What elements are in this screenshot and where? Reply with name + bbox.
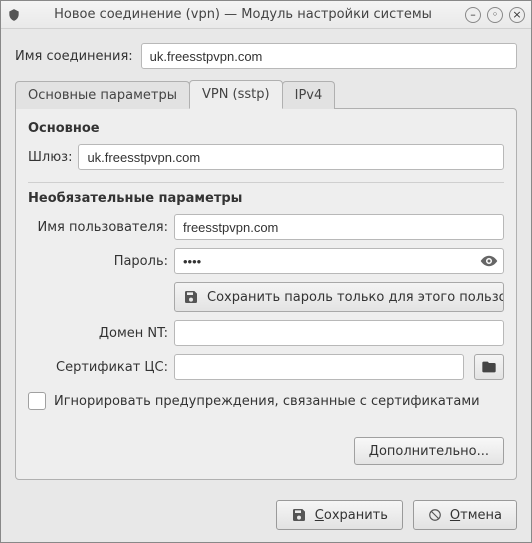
tabs: Основные параметры VPN (sstp) IPv4 (15, 79, 517, 108)
tab-panel-vpn: Основное Шлюз: Необязательные параметры … (15, 108, 517, 480)
password-scope-label: Сохранить пароль только для этого пользо… (207, 290, 504, 305)
cacert-browse-button[interactable] (474, 354, 504, 380)
eye-icon[interactable] (480, 252, 498, 270)
ignore-cert-row: Игнорировать предупреждения, связанные с… (28, 392, 504, 410)
ntdomain-input[interactable] (174, 320, 504, 346)
password-wrap (174, 248, 504, 274)
save-button[interactable]: Сохранить (276, 500, 403, 530)
cancel-button[interactable]: Отмена (413, 500, 517, 530)
cacert-row: Сертификат ЦС: (28, 354, 504, 380)
password-input[interactable] (174, 248, 504, 274)
username-row: Имя пользователя: (28, 214, 504, 240)
tab-basic[interactable]: Основные параметры (15, 81, 190, 109)
content: Имя соединения: Основные параметры VPN (… (1, 29, 531, 490)
password-label: Пароль: (28, 254, 168, 269)
close-button[interactable]: × (509, 7, 525, 23)
maximize-button[interactable]: ◦ (487, 7, 503, 23)
save-label: Сохранить (315, 508, 388, 523)
password-row: Пароль: (28, 248, 504, 274)
save-icon (291, 507, 307, 523)
connection-name-label: Имя соединения: (15, 49, 133, 64)
app-icon (7, 8, 21, 22)
ntdomain-row: Домен NT: (28, 320, 504, 346)
section-optional-title: Необязательные параметры (28, 191, 504, 206)
cancel-label: Отмена (450, 508, 502, 523)
save-disk-icon (183, 289, 199, 305)
tab-vpn[interactable]: VPN (sstp) (189, 80, 283, 109)
username-label: Имя пользователя: (28, 220, 168, 235)
advanced-button[interactable]: Дополнительно... (354, 437, 504, 465)
titlebar: Новое соединение (vpn) — Модуль настройк… (1, 1, 531, 29)
window-title: Новое соединение (vpn) — Модуль настройк… (21, 7, 465, 22)
password-scope-button[interactable]: Сохранить пароль только для этого пользо… (174, 282, 504, 312)
cacert-input[interactable] (174, 354, 464, 380)
gateway-input[interactable] (78, 144, 504, 170)
tab-ipv4[interactable]: IPv4 (282, 81, 336, 109)
spacer (28, 410, 504, 437)
window: Новое соединение (vpn) — Модуль настройк… (0, 0, 532, 543)
folder-icon (481, 359, 497, 375)
connection-name-input[interactable] (141, 43, 517, 69)
gateway-row: Шлюз: (28, 144, 504, 170)
section-main-title: Основное (28, 121, 504, 136)
divider (28, 182, 504, 183)
connection-name-row: Имя соединения: (15, 43, 517, 69)
ignore-cert-label: Игнорировать предупреждения, связанные с… (54, 394, 480, 409)
gateway-label: Шлюз: (28, 150, 72, 165)
window-controls: – ◦ × (465, 7, 525, 23)
ntdomain-label: Домен NT: (28, 326, 168, 341)
password-scope-row: Сохранить пароль только для этого пользо… (28, 282, 504, 312)
ignore-cert-checkbox[interactable] (28, 392, 46, 410)
cancel-icon (428, 508, 442, 522)
minimize-button[interactable]: – (465, 7, 481, 23)
username-input[interactable] (174, 214, 504, 240)
footer: Сохранить Отмена (1, 490, 531, 542)
cacert-label: Сертификат ЦС: (28, 360, 168, 375)
